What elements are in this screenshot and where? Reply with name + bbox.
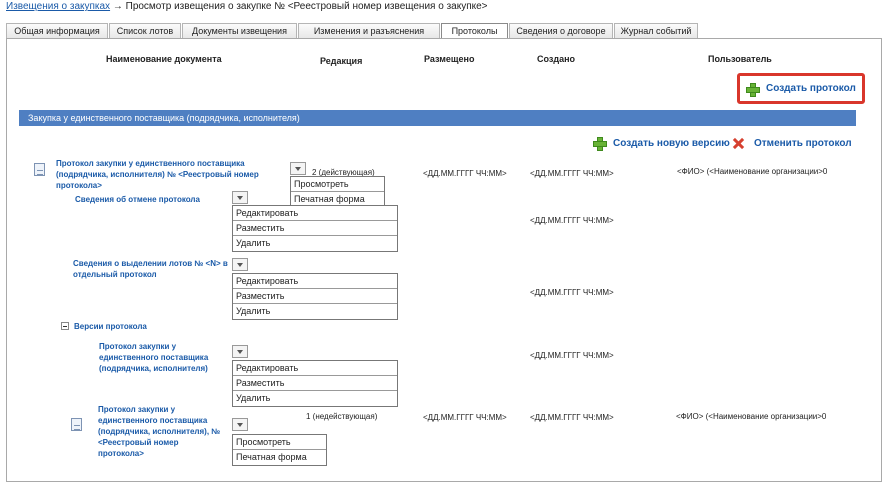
lots-info-link[interactable]: Сведения о выделении лотов № <N> в отдел… [73, 258, 231, 280]
cancel-protocol-button[interactable]: Отменить протокол [733, 138, 852, 149]
lots-info-actions-dropdown[interactable] [232, 258, 248, 271]
protocol-created-date: <ДД.ММ.ГГГГ ЧЧ:ММ> [530, 169, 614, 178]
document-icon [71, 418, 82, 431]
create-protocol-label: Создать протокол [766, 83, 856, 94]
version-draft-actions-menu: Редактировать Разместить Удалить [232, 360, 398, 407]
tab-bar: Общая информация Список лотов Документы … [6, 23, 699, 39]
menu-item-edit[interactable]: Редактировать [233, 361, 397, 376]
protocol-user: <ФИО> (<Наименование организации>0 [677, 167, 828, 176]
add-icon [746, 82, 760, 97]
protocol-placed-date: <ДД.ММ.ГГГГ ЧЧ:ММ> [423, 169, 507, 178]
menu-item-edit[interactable]: Редактировать [233, 274, 397, 289]
cancel-info-link[interactable]: Сведения об отмене протокола [75, 194, 235, 205]
column-header-edition: Редакция [320, 56, 363, 66]
tab-protocols[interactable]: Протоколы [441, 23, 508, 39]
collapse-icon[interactable] [61, 322, 69, 330]
version-old-link[interactable]: Протокол закупки у единственного поставщ… [98, 404, 226, 459]
cancel-info-actions-menu: Редактировать Разместить Удалить [232, 205, 398, 252]
cancel-protocol-label: Отменить протокол [754, 138, 852, 149]
tab-changes[interactable]: Изменения и разъяснения [298, 23, 440, 39]
version-old-user: <ФИО> (<Наименование организации>0 [676, 412, 827, 421]
document-icon [34, 163, 45, 176]
menu-item-delete[interactable]: Удалить [233, 391, 397, 406]
version-old-actions-dropdown[interactable] [232, 418, 248, 431]
section-header: Закупка у единственного поставщика (подр… [19, 110, 856, 126]
add-icon [593, 137, 607, 151]
delete-icon [733, 138, 744, 149]
column-header-user: Пользователь [708, 54, 772, 64]
version-old-placed-date: <ДД.ММ.ГГГГ ЧЧ:ММ> [423, 413, 507, 422]
column-header-created: Создано [537, 54, 576, 64]
cancel-info-created-date: <ДД.ММ.ГГГГ ЧЧ:ММ> [530, 216, 614, 225]
version-draft-actions-dropdown[interactable] [232, 345, 248, 358]
version-old-created-date: <ДД.ММ.ГГГГ ЧЧ:ММ> [530, 413, 614, 422]
lots-info-actions-menu: Редактировать Разместить Удалить [232, 273, 398, 320]
create-protocol-button[interactable]: Создать протокол [737, 73, 865, 104]
menu-item-publish[interactable]: Разместить [233, 289, 397, 304]
breadcrumb-link-notices[interactable]: Извещения о закупках [6, 1, 110, 12]
column-header-name: Наименование документа [106, 54, 222, 64]
version-draft-link[interactable]: Протокол закупки у единственного поставщ… [99, 341, 227, 374]
menu-item-delete[interactable]: Удалить [233, 304, 397, 319]
protocol-actions-dropdown[interactable] [290, 162, 306, 175]
create-version-label: Создать новую версию [613, 137, 730, 149]
menu-item-view[interactable]: Просмотреть [291, 177, 384, 192]
menu-item-print-form[interactable]: Печатная форма [233, 450, 326, 465]
tab-general-info[interactable]: Общая информация [6, 23, 108, 39]
create-version-button[interactable]: Создать новую версию [593, 137, 730, 151]
breadcrumb-arrow: → [112, 1, 123, 12]
menu-item-view[interactable]: Просмотреть [233, 435, 326, 450]
tab-event-log[interactable]: Журнал событий [614, 23, 698, 39]
menu-item-delete[interactable]: Удалить [233, 236, 397, 251]
version-draft-created-date: <ДД.ММ.ГГГГ ЧЧ:ММ> [530, 351, 614, 360]
menu-item-publish[interactable]: Разместить [233, 221, 397, 236]
protocol-title-link[interactable]: Протокол закупки у единственного поставщ… [56, 158, 281, 191]
protocol-actions-menu: Просмотреть Печатная форма [290, 176, 385, 208]
tab-lots[interactable]: Список лотов [109, 23, 181, 39]
tab-notice-documents[interactable]: Документы извещения [182, 23, 297, 39]
version-old-edition: 1 (недействующая) [306, 412, 378, 421]
menu-item-edit[interactable]: Редактировать [233, 206, 397, 221]
tab-contract-info[interactable]: Сведения о договоре [509, 23, 613, 39]
menu-item-publish[interactable]: Разместить [233, 376, 397, 391]
cancel-info-actions-dropdown[interactable] [232, 191, 248, 204]
lots-info-created-date: <ДД.ММ.ГГГГ ЧЧ:ММ> [530, 288, 614, 297]
column-header-placed: Размещено [424, 54, 475, 64]
versions-label: Версии протокола [74, 322, 147, 331]
breadcrumb-current: Просмотр извещения о закупке № <Реестров… [125, 1, 488, 12]
version-old-actions-menu: Просмотреть Печатная форма [232, 434, 327, 466]
breadcrumb: Извещения о закупках → Просмотр извещени… [6, 1, 488, 12]
